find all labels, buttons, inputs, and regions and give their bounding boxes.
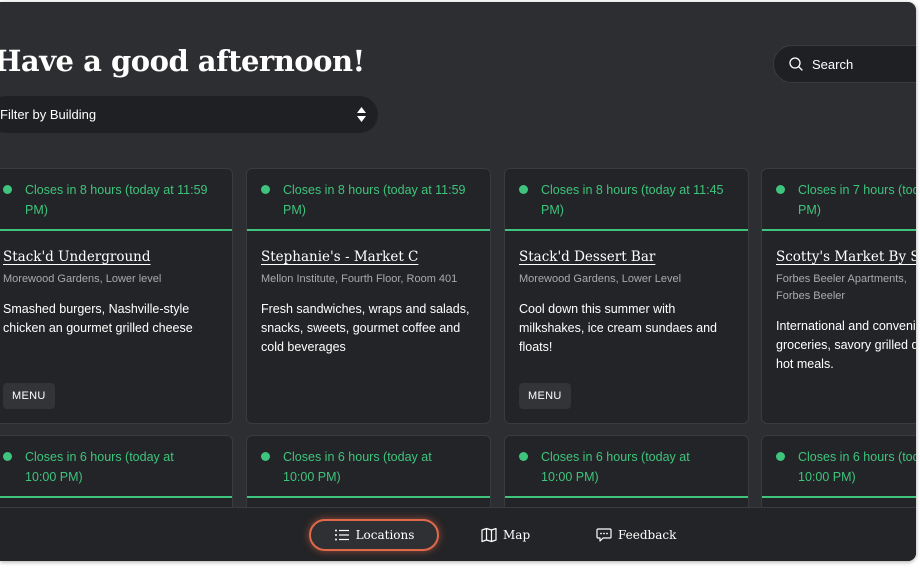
list-icon [334, 529, 349, 541]
sort-arrows-icon [357, 107, 366, 122]
open-status-dot [776, 452, 785, 461]
location-name-link[interactable]: Scotty's Market By Salem's [776, 249, 916, 265]
location-card[interactable]: Closes in 8 hours (today at 11:59 PM) St… [0, 168, 233, 424]
chat-bubble-icon [596, 528, 612, 542]
location-card[interactable]: Closes in 8 hours (today at 11:45 PM) St… [504, 168, 749, 424]
location-address: Morewood Gardens, Lower level [3, 273, 162, 285]
app-window: Have a good afternoon! Filter by Buildin… [0, 2, 916, 561]
status-banner: Closes in 8 hours (today at 11:59 PM) [247, 169, 490, 231]
location-address: Morewood Gardens, Lower Level [519, 273, 682, 285]
menu-button[interactable]: MENU [3, 383, 55, 409]
location-address: Forbes Beeler Apartments, Forbes Beeler [776, 273, 907, 302]
open-status-dot [519, 452, 528, 461]
search-input[interactable] [812, 56, 916, 72]
bottom-navigation: Locations Map Feedback [0, 507, 916, 561]
status-banner: Closes in 6 hours (today at 10:00 PM) [247, 436, 490, 498]
open-status-dot [776, 185, 785, 194]
search-bar[interactable] [773, 45, 916, 83]
building-filter-select[interactable]: Filter by Building [0, 96, 378, 133]
status-text: Closes in 8 hours (today at 11:59 PM) [25, 183, 208, 217]
open-status-dot [261, 452, 270, 461]
status-banner: Closes in 6 hours (today at 10:00 PM) [762, 436, 916, 498]
location-description: Fresh sandwiches, wraps and salads, snac… [261, 302, 470, 354]
location-name-link[interactable]: Stephanie's - Market C [261, 249, 418, 265]
open-status-dot [3, 185, 12, 194]
status-text: Closes in 6 hours (today at 10:00 PM) [541, 450, 690, 484]
filter-label: Filter by Building [0, 107, 97, 122]
nav-map-tab[interactable]: Map [481, 519, 530, 551]
location-description: International and convenience groceries,… [776, 319, 916, 371]
status-banner: Closes in 6 hours (today at 10:00 PM) [0, 436, 232, 498]
nav-locations-label: Locations [355, 528, 415, 542]
location-description: Smashed burgers, Nashville-style chicken… [3, 302, 193, 335]
status-text: Closes in 6 hours (today at 10:00 PM) [798, 450, 916, 484]
open-status-dot [3, 452, 12, 461]
status-text: Closes in 8 hours (today at 11:59 PM) [283, 183, 466, 217]
nav-feedback-tab[interactable]: Feedback [596, 519, 676, 551]
status-banner: Closes in 7 hours (today at 11:00 PM) [762, 169, 916, 231]
status-banner: Closes in 6 hours (today at 10:00 PM) [505, 436, 748, 498]
status-text: Closes in 8 hours (today at 11:45 PM) [541, 183, 724, 217]
nav-map-label: Map [503, 528, 531, 542]
nav-feedback-label: Feedback [618, 528, 677, 542]
location-description: Cool down this summer with milkshakes, i… [519, 302, 718, 354]
status-banner: Closes in 8 hours (today at 11:45 PM) [505, 169, 748, 231]
location-name-link[interactable]: Stack'd Underground [3, 249, 151, 265]
open-status-dot [519, 185, 528, 194]
nav-locations-tab[interactable]: Locations [309, 519, 439, 551]
page-title: Have a good afternoon! [0, 44, 365, 78]
location-card[interactable]: Closes in 7 hours (today at 11:00 PM) Sc… [761, 168, 916, 424]
open-status-dot [261, 185, 270, 194]
map-icon [481, 527, 497, 543]
location-address: Mellon Institute, Fourth Floor, Room 401 [261, 273, 458, 285]
location-card[interactable]: Closes in 8 hours (today at 11:59 PM) St… [246, 168, 491, 424]
location-name-link[interactable]: Stack'd Dessert Bar [519, 249, 655, 265]
status-text: Closes in 6 hours (today at 10:00 PM) [25, 450, 174, 484]
status-banner: Closes in 8 hours (today at 11:59 PM) [0, 169, 232, 231]
menu-button[interactable]: MENU [519, 383, 571, 409]
status-text: Closes in 6 hours (today at 10:00 PM) [283, 450, 432, 484]
search-icon [789, 57, 803, 71]
status-text: Closes in 7 hours (today at 11:00 PM) [798, 183, 916, 217]
